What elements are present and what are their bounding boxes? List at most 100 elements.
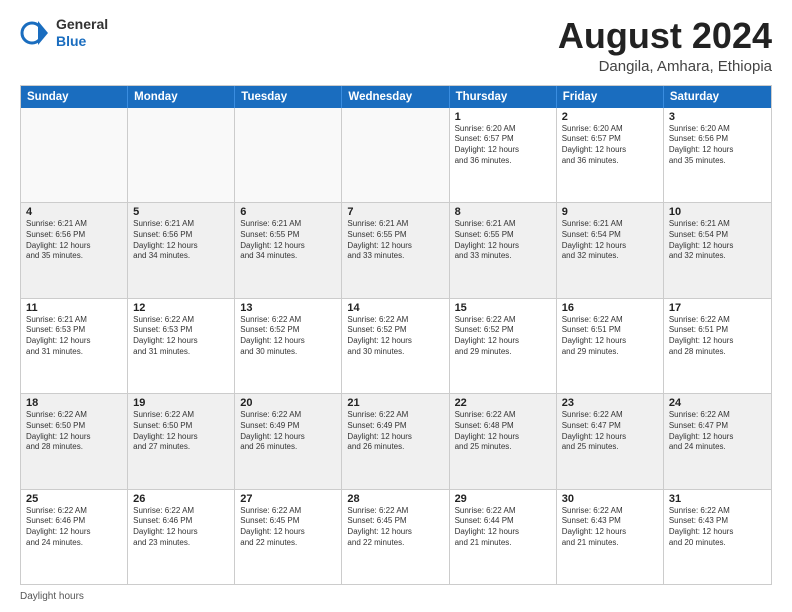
calendar-header-cell: Sunday [21, 86, 128, 108]
cell-text: Sunrise: 6:21 AMSunset: 6:54 PMDaylight:… [562, 219, 658, 262]
day-number: 10 [669, 206, 766, 218]
cell-text: Sunrise: 6:22 AMSunset: 6:43 PMDaylight:… [562, 506, 658, 549]
day-number: 13 [240, 302, 336, 314]
day-number: 5 [133, 206, 229, 218]
cell-text: Sunrise: 6:22 AMSunset: 6:51 PMDaylight:… [669, 315, 766, 358]
calendar-header: SundayMondayTuesdayWednesdayThursdayFrid… [21, 86, 771, 108]
day-number: 6 [240, 206, 336, 218]
cell-text: Sunrise: 6:22 AMSunset: 6:49 PMDaylight:… [240, 410, 336, 453]
calendar-header-cell: Wednesday [342, 86, 449, 108]
cell-text: Sunrise: 6:22 AMSunset: 6:47 PMDaylight:… [562, 410, 658, 453]
cell-text: Sunrise: 6:22 AMSunset: 6:47 PMDaylight:… [669, 410, 766, 453]
cell-text: Sunrise: 6:22 AMSunset: 6:45 PMDaylight:… [347, 506, 443, 549]
calendar-cell: 29Sunrise: 6:22 AMSunset: 6:44 PMDayligh… [450, 490, 557, 584]
calendar-cell: 21Sunrise: 6:22 AMSunset: 6:49 PMDayligh… [342, 394, 449, 488]
calendar-header-cell: Tuesday [235, 86, 342, 108]
calendar-cell: 27Sunrise: 6:22 AMSunset: 6:45 PMDayligh… [235, 490, 342, 584]
calendar-cell: 3Sunrise: 6:20 AMSunset: 6:56 PMDaylight… [664, 108, 771, 202]
daylight-hours-label: Daylight hours [20, 591, 84, 602]
day-number: 25 [26, 493, 122, 505]
cell-text: Sunrise: 6:21 AMSunset: 6:56 PMDaylight:… [133, 219, 229, 262]
calendar-cell [21, 108, 128, 202]
day-number: 12 [133, 302, 229, 314]
calendar-row: 4Sunrise: 6:21 AMSunset: 6:56 PMDaylight… [21, 203, 771, 298]
calendar-cell: 5Sunrise: 6:21 AMSunset: 6:56 PMDaylight… [128, 203, 235, 297]
day-number: 14 [347, 302, 443, 314]
cell-text: Sunrise: 6:20 AMSunset: 6:57 PMDaylight:… [562, 124, 658, 167]
cell-text: Sunrise: 6:20 AMSunset: 6:56 PMDaylight:… [669, 124, 766, 167]
day-number: 3 [669, 111, 766, 123]
calendar-row: 18Sunrise: 6:22 AMSunset: 6:50 PMDayligh… [21, 394, 771, 489]
calendar-cell: 26Sunrise: 6:22 AMSunset: 6:46 PMDayligh… [128, 490, 235, 584]
day-number: 19 [133, 397, 229, 409]
cell-text: Sunrise: 6:22 AMSunset: 6:52 PMDaylight:… [455, 315, 551, 358]
title-sub: Dangila, Amhara, Ethiopia [558, 58, 772, 75]
cell-text: Sunrise: 6:22 AMSunset: 6:52 PMDaylight:… [240, 315, 336, 358]
calendar-cell: 25Sunrise: 6:22 AMSunset: 6:46 PMDayligh… [21, 490, 128, 584]
calendar-cell: 8Sunrise: 6:21 AMSunset: 6:55 PMDaylight… [450, 203, 557, 297]
calendar-cell: 9Sunrise: 6:21 AMSunset: 6:54 PMDaylight… [557, 203, 664, 297]
calendar-cell: 15Sunrise: 6:22 AMSunset: 6:52 PMDayligh… [450, 299, 557, 393]
cell-text: Sunrise: 6:22 AMSunset: 6:49 PMDaylight:… [347, 410, 443, 453]
day-number: 23 [562, 397, 658, 409]
calendar-cell: 28Sunrise: 6:22 AMSunset: 6:45 PMDayligh… [342, 490, 449, 584]
day-number: 24 [669, 397, 766, 409]
calendar-cell: 18Sunrise: 6:22 AMSunset: 6:50 PMDayligh… [21, 394, 128, 488]
day-number: 22 [455, 397, 551, 409]
header: General Blue August 2024 Dangila, Amhara… [20, 16, 772, 75]
calendar-cell: 11Sunrise: 6:21 AMSunset: 6:53 PMDayligh… [21, 299, 128, 393]
logo-general: General [56, 16, 108, 33]
cell-text: Sunrise: 6:20 AMSunset: 6:57 PMDaylight:… [455, 124, 551, 167]
day-number: 31 [669, 493, 766, 505]
cell-text: Sunrise: 6:22 AMSunset: 6:48 PMDaylight:… [455, 410, 551, 453]
cell-text: Sunrise: 6:22 AMSunset: 6:46 PMDaylight:… [26, 506, 122, 549]
calendar-cell: 14Sunrise: 6:22 AMSunset: 6:52 PMDayligh… [342, 299, 449, 393]
calendar-header-cell: Monday [128, 86, 235, 108]
day-number: 18 [26, 397, 122, 409]
cell-text: Sunrise: 6:22 AMSunset: 6:45 PMDaylight:… [240, 506, 336, 549]
day-number: 2 [562, 111, 658, 123]
cell-text: Sunrise: 6:22 AMSunset: 6:51 PMDaylight:… [562, 315, 658, 358]
calendar-cell [342, 108, 449, 202]
day-number: 8 [455, 206, 551, 218]
footer: Daylight hours [20, 591, 772, 602]
calendar-cell: 2Sunrise: 6:20 AMSunset: 6:57 PMDaylight… [557, 108, 664, 202]
calendar-cell: 12Sunrise: 6:22 AMSunset: 6:53 PMDayligh… [128, 299, 235, 393]
day-number: 1 [455, 111, 551, 123]
calendar-cell [235, 108, 342, 202]
calendar-header-cell: Friday [557, 86, 664, 108]
calendar-cell: 23Sunrise: 6:22 AMSunset: 6:47 PMDayligh… [557, 394, 664, 488]
day-number: 29 [455, 493, 551, 505]
calendar-row: 25Sunrise: 6:22 AMSunset: 6:46 PMDayligh… [21, 490, 771, 584]
calendar-cell: 22Sunrise: 6:22 AMSunset: 6:48 PMDayligh… [450, 394, 557, 488]
calendar-header-cell: Saturday [664, 86, 771, 108]
calendar-body: 1Sunrise: 6:20 AMSunset: 6:57 PMDaylight… [21, 108, 771, 584]
cell-text: Sunrise: 6:21 AMSunset: 6:54 PMDaylight:… [669, 219, 766, 262]
day-number: 15 [455, 302, 551, 314]
day-number: 21 [347, 397, 443, 409]
calendar-cell: 1Sunrise: 6:20 AMSunset: 6:57 PMDaylight… [450, 108, 557, 202]
title-block: August 2024 Dangila, Amhara, Ethiopia [558, 16, 772, 75]
calendar-cell: 6Sunrise: 6:21 AMSunset: 6:55 PMDaylight… [235, 203, 342, 297]
calendar-cell: 17Sunrise: 6:22 AMSunset: 6:51 PMDayligh… [664, 299, 771, 393]
logo-svg [20, 17, 52, 49]
cell-text: Sunrise: 6:22 AMSunset: 6:44 PMDaylight:… [455, 506, 551, 549]
calendar-cell: 7Sunrise: 6:21 AMSunset: 6:55 PMDaylight… [342, 203, 449, 297]
day-number: 17 [669, 302, 766, 314]
day-number: 16 [562, 302, 658, 314]
calendar-cell: 10Sunrise: 6:21 AMSunset: 6:54 PMDayligh… [664, 203, 771, 297]
cell-text: Sunrise: 6:21 AMSunset: 6:56 PMDaylight:… [26, 219, 122, 262]
day-number: 4 [26, 206, 122, 218]
day-number: 30 [562, 493, 658, 505]
calendar-cell: 24Sunrise: 6:22 AMSunset: 6:47 PMDayligh… [664, 394, 771, 488]
calendar-row: 1Sunrise: 6:20 AMSunset: 6:57 PMDaylight… [21, 108, 771, 203]
logo-blue: Blue [56, 33, 108, 50]
calendar: SundayMondayTuesdayWednesdayThursdayFrid… [20, 85, 772, 585]
cell-text: Sunrise: 6:21 AMSunset: 6:55 PMDaylight:… [455, 219, 551, 262]
calendar-cell: 20Sunrise: 6:22 AMSunset: 6:49 PMDayligh… [235, 394, 342, 488]
logo: General Blue [20, 16, 108, 50]
calendar-cell: 19Sunrise: 6:22 AMSunset: 6:50 PMDayligh… [128, 394, 235, 488]
cell-text: Sunrise: 6:21 AMSunset: 6:55 PMDaylight:… [240, 219, 336, 262]
day-number: 20 [240, 397, 336, 409]
calendar-row: 11Sunrise: 6:21 AMSunset: 6:53 PMDayligh… [21, 299, 771, 394]
